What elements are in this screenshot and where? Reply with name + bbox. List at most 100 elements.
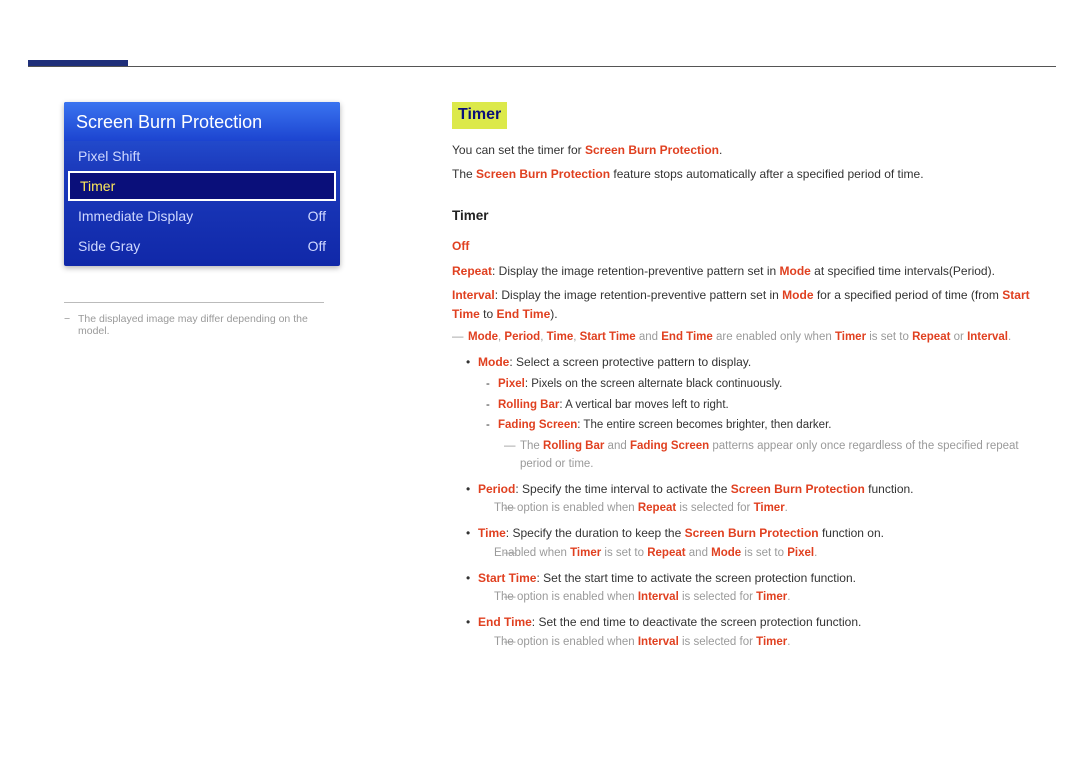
text: . — [787, 636, 790, 648]
text: . — [814, 547, 817, 559]
text: : Set the start time to activate the scr… — [536, 571, 856, 585]
list-item-period: Period: Specify the time interval to act… — [452, 480, 1052, 518]
footnote: The displayed image may differ depending… — [64, 313, 340, 337]
text: . — [719, 143, 722, 157]
term-timer: Timer — [756, 636, 787, 648]
term-mode: Mode — [780, 264, 811, 278]
term-time: Time — [478, 526, 506, 540]
text: Enabled when — [494, 547, 570, 559]
term-fading-screen: Fading Screen — [498, 419, 577, 431]
text: are enabled only when — [713, 331, 835, 343]
term-timer: Timer — [756, 591, 787, 603]
text: The option is enabled when — [494, 636, 638, 648]
term-interval: Interval — [638, 636, 679, 648]
term-pixel: Pixel — [787, 547, 814, 559]
term-repeat: Repeat — [647, 547, 685, 559]
term-interval: Interval — [967, 331, 1008, 343]
sub-item-fading-screen: Fading Screen: The entire screen becomes… — [478, 417, 1052, 435]
text: : Pixels on the screen alternate black c… — [525, 378, 782, 390]
note-start-time: The option is enabled when Interval is s… — [478, 589, 1052, 607]
text: is selected for — [679, 591, 756, 603]
text: feature stops automatically after a spec… — [610, 167, 924, 181]
term-fading-screen: Fading Screen — [630, 440, 709, 452]
term-screen-burn-protection: Screen Burn Protection — [476, 167, 610, 181]
term-screen-burn-protection: Screen Burn Protection — [685, 526, 819, 540]
term-timer: Timer — [754, 502, 785, 514]
menu-item-pixel-shift[interactable]: Pixel Shift — [64, 141, 340, 171]
text: function. — [865, 482, 914, 496]
text: : Display the image retention-preventive… — [492, 264, 779, 278]
text: The option is enabled when — [494, 502, 638, 514]
term-interval: Interval — [452, 288, 495, 302]
text: function on. — [819, 526, 884, 540]
term-end-time: End Time — [478, 615, 532, 629]
mode-sublist: Pixel: Pixels on the screen alternate bl… — [478, 376, 1052, 435]
text: is set to — [741, 547, 787, 559]
term-repeat: Repeat — [452, 264, 492, 278]
menu-panel: Screen Burn Protection Pixel Shift Timer… — [64, 102, 340, 266]
text: is selected for — [679, 636, 756, 648]
text: The option is enabled when — [494, 591, 638, 603]
term-repeat: Repeat — [638, 502, 676, 514]
menu-item-timer[interactable]: Timer — [68, 171, 336, 201]
header-rule — [28, 66, 1056, 67]
left-column: Screen Burn Protection Pixel Shift Timer… — [64, 102, 340, 337]
text: or — [950, 331, 967, 343]
term-rolling-bar: Rolling Bar — [543, 440, 604, 452]
term-screen-burn-protection: Screen Burn Protection — [731, 482, 865, 496]
text: and — [604, 440, 630, 452]
interval-line: Interval: Display the image retention-pr… — [452, 286, 1052, 323]
text: The — [520, 440, 543, 452]
menu-item-label: Side Gray — [78, 238, 140, 254]
list-item-start-time: Start Time: Set the start time to activa… — [452, 569, 1052, 607]
menu-item-value: Off — [308, 238, 326, 254]
list-item-end-time: End Time: Set the end time to deactivate… — [452, 613, 1052, 651]
menu-item-value: Off — [308, 208, 326, 224]
list-item-mode: Mode: Select a screen protective pattern… — [452, 353, 1052, 474]
list-item-time: Time: Specify the duration to keep the S… — [452, 524, 1052, 562]
term-screen-burn-protection: Screen Burn Protection — [585, 143, 719, 157]
menu-item-label: Pixel Shift — [78, 148, 140, 164]
text: : A vertical bar moves left to right. — [559, 399, 728, 411]
term-pixel: Pixel — [498, 378, 525, 390]
term-end-time: End Time — [661, 331, 713, 343]
section-heading: Timer — [452, 102, 507, 129]
term-time: Time — [547, 331, 574, 343]
term-mode: Mode — [478, 355, 509, 369]
term-repeat: Repeat — [912, 331, 950, 343]
sub-item-rolling-bar: Rolling Bar: A vertical bar moves left t… — [478, 397, 1052, 415]
term-timer: Timer — [570, 547, 601, 559]
note-period: The option is enabled when Repeat is sel… — [478, 500, 1052, 518]
term-interval: Interval — [638, 591, 679, 603]
term-mode: Mode — [468, 331, 498, 343]
text: and — [686, 547, 712, 559]
left-divider — [64, 302, 324, 303]
sub-item-pixel: Pixel: Pixels on the screen alternate bl… — [478, 376, 1052, 394]
text: . — [1008, 331, 1011, 343]
repeat-line: Repeat: Display the image retention-prev… — [452, 262, 1052, 281]
text: : The entire screen becomes brighter, th… — [577, 419, 831, 431]
term-mode: Mode — [711, 547, 741, 559]
text: is selected for — [676, 502, 753, 514]
text: . — [785, 502, 788, 514]
term-rolling-bar: Rolling Bar — [498, 399, 559, 411]
sub-heading-timer: Timer — [452, 206, 1052, 227]
text: to — [480, 307, 497, 321]
options-list: Mode: Select a screen protective pattern… — [452, 353, 1052, 651]
term-period: Period — [478, 482, 515, 496]
text: You can set the timer for — [452, 143, 585, 157]
text: : Specify the duration to keep the — [506, 526, 685, 540]
menu-item-side-gray[interactable]: Side Gray Off — [64, 231, 340, 266]
text: : Specify the time interval to activate … — [515, 482, 730, 496]
menu-item-label: Immediate Display — [78, 208, 193, 224]
text: and — [636, 331, 662, 343]
content-column: Timer You can set the timer for Screen B… — [452, 102, 1052, 657]
text: The — [452, 167, 476, 181]
term-period: Period — [504, 331, 540, 343]
text: . — [787, 591, 790, 603]
text: at specified time intervals(Period). — [811, 264, 995, 278]
menu-item-label: Timer — [80, 178, 115, 194]
term-end-time: End Time — [496, 307, 550, 321]
menu-item-immediate-display[interactable]: Immediate Display Off — [64, 201, 340, 231]
text: : Display the image retention-preventive… — [495, 288, 782, 302]
